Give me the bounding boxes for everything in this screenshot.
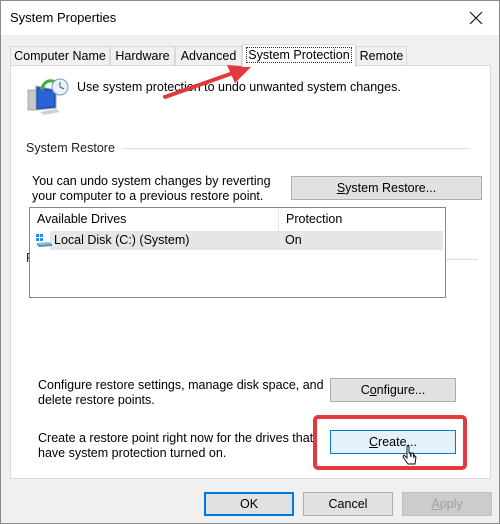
ok-button[interactable]: OK <box>204 492 294 516</box>
system-restore-button[interactable]: System Restore... <box>291 176 482 200</box>
drive-name: Local Disk (C:) (System) <box>54 233 190 247</box>
list-item[interactable]: Local Disk (C:) (System) On <box>30 231 445 250</box>
tab-advanced[interactable]: Advanced <box>175 46 242 66</box>
tab-label: Hardware <box>115 49 170 63</box>
column-header-protection[interactable]: Protection <box>278 208 445 231</box>
description-line: You can undo system changes by reverting <box>32 174 271 188</box>
button-label: Cancel <box>328 497 368 511</box>
system-restore-description: You can undo system changes by reverting… <box>32 174 271 204</box>
close-icon <box>469 11 483 25</box>
configure-description: Configure restore settings, manage disk … <box>38 378 324 408</box>
description-line: delete restore points. <box>38 393 155 407</box>
drive-icon <box>36 234 52 247</box>
close-button[interactable] <box>453 1 499 35</box>
apply-button[interactable]: Apply <box>402 492 492 516</box>
list-header: Available Drives Protection <box>30 208 445 231</box>
create-description: Create a restore point right now for the… <box>38 431 313 461</box>
create-button[interactable]: Create... <box>330 430 456 454</box>
system-protection-icon <box>27 78 69 115</box>
tab-computer-name[interactable]: Computer Name <box>10 46 110 66</box>
tab-label: Remote <box>359 49 404 63</box>
button-label: reate... <box>378 435 417 449</box>
accelerator-key: o <box>369 383 377 397</box>
accelerator-key: S <box>336 181 346 195</box>
description-line: Create a restore point right now for the… <box>38 431 314 445</box>
system-restore-group-label: System Restore <box>26 141 123 155</box>
tab-remote[interactable]: Remote <box>356 46 407 66</box>
button-label: ystem Restore... <box>345 181 437 195</box>
tab-label: System Protection <box>246 47 352 63</box>
drives-list[interactable]: Available Drives Protection Local Disk (… <box>29 207 446 298</box>
configure-button[interactable]: Co nfigure... <box>330 378 456 402</box>
button-label: nfigure... <box>376 383 426 397</box>
description-line: have system protection turned on. <box>38 446 227 460</box>
accelerator-key: A <box>431 497 440 511</box>
button-label: OK <box>239 497 259 511</box>
cancel-button[interactable]: Cancel <box>303 492 393 516</box>
drive-protection-status: On <box>285 233 302 247</box>
accelerator-key: C <box>369 435 379 449</box>
tab-hardware[interactable]: Hardware <box>110 46 175 66</box>
intro-text: Use system protection to undo unwanted s… <box>77 80 401 94</box>
description-line: Configure restore settings, manage disk … <box>38 378 324 392</box>
tab-label: Advanced <box>180 49 237 63</box>
button-label: pply <box>439 497 463 511</box>
title-bar: System Properties <box>1 1 499 35</box>
tab-system-protection[interactable]: System Protection <box>242 44 356 67</box>
description-line: your computer to a previous restore poin… <box>32 189 264 203</box>
button-label: C <box>360 383 370 397</box>
column-header-available-drives[interactable]: Available Drives <box>30 208 278 231</box>
window-title: System Properties <box>10 10 117 25</box>
system-properties-window: System Properties Computer Name Hardware… <box>0 0 500 524</box>
tab-label: Computer Name <box>14 49 106 63</box>
